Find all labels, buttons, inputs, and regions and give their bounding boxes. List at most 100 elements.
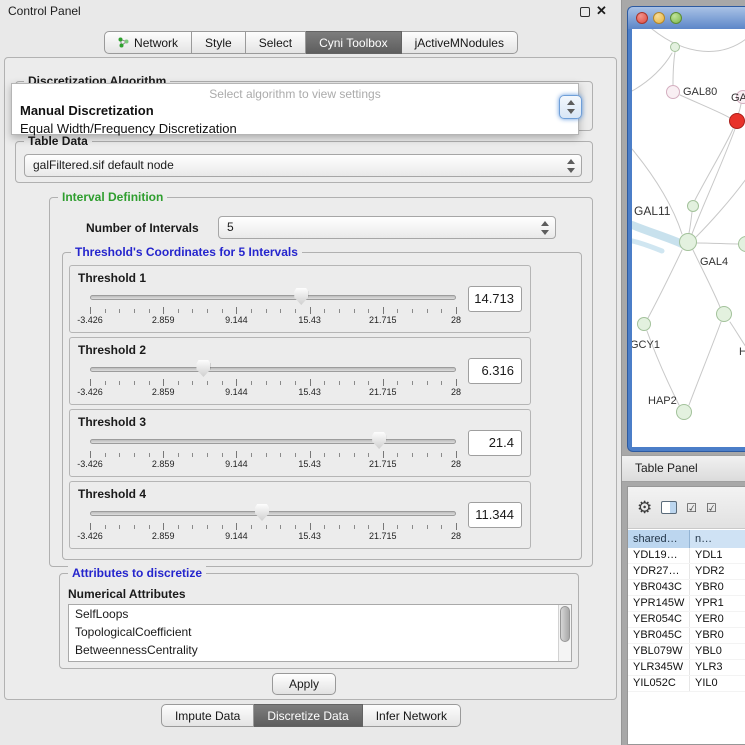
slider-thumb[interactable]: [196, 360, 210, 377]
tab-jactivemnodules[interactable]: jActiveMNodules: [402, 31, 518, 54]
tick-mark: [280, 453, 281, 457]
network-node[interactable]: [676, 404, 692, 420]
number-of-intervals-combo[interactable]: 5: [218, 216, 556, 239]
tick-mark: [134, 453, 135, 457]
table-cell: YBR0: [690, 580, 745, 595]
thresholds-group: Threshold's Coordinates for 5 Intervals …: [62, 252, 582, 560]
float-window-icon[interactable]: [580, 7, 590, 17]
tick-mark: [397, 525, 398, 529]
threshold-slider[interactable]: [90, 432, 456, 450]
network-canvas[interactable]: GAL80GAGAL11GAL4GCY1HAP2H: [632, 29, 745, 447]
slider-thumb[interactable]: [255, 504, 269, 521]
slider-scale: -3.4262.8599.14415.4321.71528: [90, 531, 456, 542]
window-close-button[interactable]: [636, 12, 648, 24]
table-row[interactable]: YBR045CYBR0: [628, 628, 745, 644]
network-node[interactable]: [679, 233, 697, 251]
table-cell: YPR145W: [628, 596, 690, 611]
tick-mark: [310, 307, 311, 314]
tick-mark: [207, 381, 208, 385]
slider-track: [90, 295, 456, 300]
table-row[interactable]: YDL19…YDL1: [628, 548, 745, 564]
apply-button[interactable]: Apply: [272, 673, 336, 695]
tab-label: Cyni Toolbox: [319, 36, 387, 50]
tab-impute-data[interactable]: Impute Data: [161, 704, 254, 727]
popup-option-equal-width-frequency-discretization[interactable]: Equal Width/Frequency Discretization: [12, 120, 578, 138]
attribute-item-selfloops[interactable]: SelfLoops: [69, 605, 571, 623]
checkbox-icon[interactable]: ☑: [706, 502, 717, 514]
scale-label: 28: [451, 387, 461, 397]
tick-mark: [134, 309, 135, 313]
attribute-item-betweennesscentrality[interactable]: BetweennessCentrality: [69, 641, 571, 659]
tick-mark: [456, 307, 457, 314]
table-panel-titlebar[interactable]: Table Panel: [622, 455, 745, 482]
network-node[interactable]: [666, 85, 680, 99]
threshold-panel-3: Threshold 3-3.4262.8599.14415.4321.71528…: [69, 409, 531, 477]
tick-mark: [207, 525, 208, 529]
tab-style[interactable]: Style: [192, 31, 246, 54]
table-rows: YDL19…YDL1YDR27…YDR2YBR043CYBR0YPR145WYP…: [628, 548, 745, 744]
network-node-label: GAL4: [700, 256, 728, 268]
table-row[interactable]: YLR345WYLR3: [628, 660, 745, 676]
table-column-header-1[interactable]: n…: [690, 530, 745, 548]
table-row[interactable]: YBL079WYBL0: [628, 644, 745, 660]
scrollbar-thumb[interactable]: [560, 606, 570, 642]
tick-mark: [280, 525, 281, 529]
network-node[interactable]: [716, 306, 732, 322]
window-minimize-button[interactable]: [653, 12, 665, 24]
popup-option-manual-discretization[interactable]: Manual Discretization: [12, 102, 578, 120]
tick-mark: [251, 309, 252, 313]
table-row[interactable]: YBR043CYBR0: [628, 580, 745, 596]
algorithm-combo-button[interactable]: [559, 95, 582, 119]
scale-label: 21.715: [369, 531, 397, 541]
threshold-slider[interactable]: [90, 360, 456, 378]
tick-mark: [266, 525, 267, 529]
table-row[interactable]: YIL052CYIL0: [628, 676, 745, 692]
threshold-value-field[interactable]: 6.316: [468, 358, 522, 384]
slider-thumb[interactable]: [294, 288, 308, 305]
threshold-slider[interactable]: [90, 504, 456, 522]
tick-mark: [354, 525, 355, 529]
tab-infer-network[interactable]: Infer Network: [363, 704, 461, 727]
network-node[interactable]: [670, 42, 680, 52]
attributes-list[interactable]: SelfLoopsTopologicalCoefficientBetweenne…: [68, 604, 572, 662]
tab-select[interactable]: Select: [246, 31, 306, 54]
tick-mark: [280, 309, 281, 313]
columns-icon[interactable]: [661, 501, 677, 514]
cyni-toolbox-panel: Discretization Algorithm Select algorith…: [4, 57, 617, 700]
threshold-value-field[interactable]: 21.4: [468, 430, 522, 456]
interval-definition-group: Interval Definition Number of Intervals …: [49, 197, 593, 567]
close-icon[interactable]: ✕: [596, 3, 607, 19]
tab-network[interactable]: Network: [104, 31, 192, 54]
slider-thumb[interactable]: [372, 432, 386, 449]
table-data-combo[interactable]: galFiltered.sif default node: [24, 154, 582, 177]
tick-mark: [266, 453, 267, 457]
network-node[interactable]: [729, 113, 745, 129]
network-view-window[interactable]: GAL80GAGAL11GAL4GCY1HAP2H: [627, 6, 745, 452]
threshold-value-field[interactable]: 14.713: [468, 286, 522, 312]
scale-label: 28: [451, 459, 461, 469]
threshold-slider[interactable]: [90, 288, 456, 306]
combo-arrows-icon: [540, 220, 550, 236]
table-cell: YDR27…: [628, 564, 690, 579]
window-zoom-button[interactable]: [670, 12, 682, 24]
attributes-scrollbar[interactable]: [558, 605, 571, 661]
slider-ticks: [90, 523, 456, 530]
tab-cyni-toolbox[interactable]: Cyni Toolbox: [306, 31, 401, 54]
table-row[interactable]: YPR145WYPR1: [628, 596, 745, 612]
network-node-label: HAP2: [648, 395, 677, 407]
checkbox-icon[interactable]: ☑: [686, 502, 697, 514]
gear-icon[interactable]: ⚙: [637, 499, 652, 516]
network-node-label: GA: [731, 92, 745, 104]
network-node[interactable]: [687, 200, 699, 212]
network-node[interactable]: [637, 317, 651, 331]
table-row[interactable]: YER054CYER0: [628, 612, 745, 628]
network-node-label: GCY1: [632, 339, 660, 351]
attribute-item-topologicalcoefficient[interactable]: TopologicalCoefficient: [69, 623, 571, 641]
table-column-header-0[interactable]: shared…: [628, 530, 690, 548]
threshold-value-field[interactable]: 11.344: [468, 502, 522, 528]
network-window-titlebar[interactable]: [628, 7, 745, 29]
table-row[interactable]: YDR27…YDR2: [628, 564, 745, 580]
tick-mark: [192, 525, 193, 529]
slider-scale: -3.4262.8599.14415.4321.71528: [90, 387, 456, 398]
tab-discretize-data[interactable]: Discretize Data: [254, 704, 362, 727]
